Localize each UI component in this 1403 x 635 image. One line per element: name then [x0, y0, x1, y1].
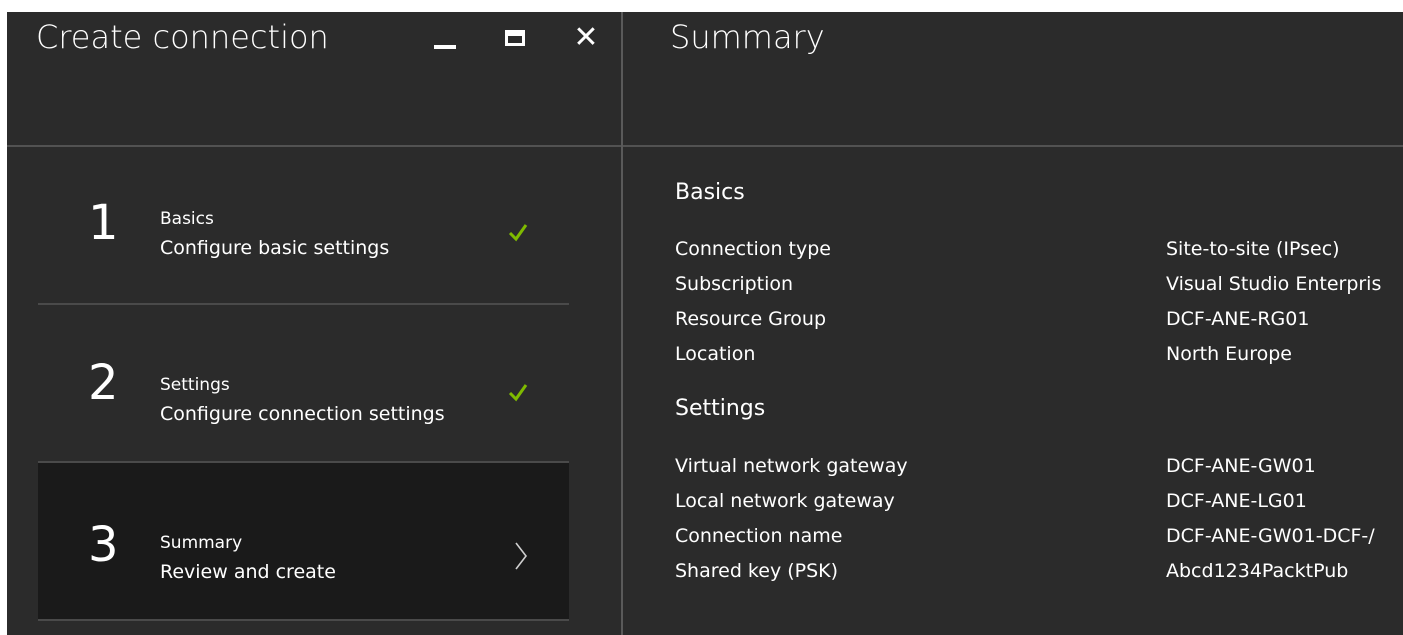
row-label: Connection type — [675, 238, 831, 260]
blade-header: Create connection ✕ — [7, 12, 621, 145]
check-icon — [508, 224, 528, 242]
summary-row: Connection name DCF-ANE-GW01-DCF-/ — [675, 525, 1403, 549]
blade-title: Summary — [670, 18, 825, 56]
summary-row: Subscription Visual Studio Enterpris — [675, 273, 1403, 297]
summary-row: Resource Group DCF-ANE-RG01 — [675, 308, 1403, 332]
row-value: DCF-ANE-GW01-DCF-/ — [1166, 525, 1375, 547]
step-number: 3 — [88, 517, 119, 573]
blade-header: Summary — [623, 12, 1403, 145]
row-value: DCF-ANE-GW01 — [1166, 455, 1316, 477]
step-summary[interactable]: 3 Summary Review and create — [38, 463, 569, 621]
close-icon[interactable]: ✕ — [570, 20, 602, 56]
step-title: Summary — [160, 533, 243, 553]
wizard-steps: 1 Basics Configure basic settings 2 Sett… — [38, 147, 569, 621]
check-icon — [508, 384, 528, 402]
row-value: Site-to-site (IPsec) — [1166, 238, 1340, 260]
row-value: Abcd1234PacktPub — [1166, 560, 1349, 582]
step-subtitle: Review and create — [160, 561, 336, 583]
row-value: Visual Studio Enterpris — [1166, 273, 1382, 295]
section-heading-basics: Basics — [675, 180, 745, 205]
summary-row: Connection type Site-to-site (IPsec) — [675, 238, 1403, 262]
blade-title: Create connection — [36, 18, 329, 56]
step-number: 1 — [88, 195, 119, 251]
summary-row: Local network gateway DCF-ANE-LG01 — [675, 490, 1403, 514]
chevron-right-icon — [515, 542, 528, 570]
step-subtitle: Configure basic settings — [160, 237, 390, 259]
row-value: DCF-ANE-RG01 — [1166, 308, 1310, 330]
section-heading-settings: Settings — [675, 396, 766, 421]
minimize-icon[interactable] — [429, 20, 461, 56]
row-value: DCF-ANE-LG01 — [1166, 490, 1307, 512]
summary-row: Shared key (PSK) Abcd1234PacktPub — [675, 560, 1403, 584]
step-subtitle: Configure connection settings — [160, 403, 445, 425]
row-value: North Europe — [1166, 343, 1292, 365]
summary-blade: Summary Basics Connection type Site-to-s… — [623, 12, 1403, 635]
row-label: Shared key (PSK) — [675, 560, 839, 582]
summary-row: Location North Europe — [675, 343, 1403, 367]
summary-row: Virtual network gateway DCF-ANE-GW01 — [675, 455, 1403, 479]
row-label: Location — [675, 343, 756, 365]
step-number: 2 — [88, 355, 119, 411]
row-label: Virtual network gateway — [675, 455, 908, 477]
row-label: Resource Group — [675, 308, 827, 330]
step-settings[interactable]: 2 Settings Configure connection settings — [38, 305, 569, 463]
step-basics[interactable]: 1 Basics Configure basic settings — [38, 147, 569, 305]
row-label: Local network gateway — [675, 490, 895, 512]
row-label: Subscription — [675, 273, 794, 295]
portal-frame: Create connection ✕ 1 Basics Configure b… — [7, 12, 1403, 635]
create-connection-blade: Create connection ✕ 1 Basics Configure b… — [7, 12, 621, 635]
header-divider — [623, 145, 1403, 147]
row-label: Connection name — [675, 525, 843, 547]
step-title: Settings — [160, 375, 230, 395]
step-title: Basics — [160, 209, 214, 229]
maximize-icon[interactable] — [499, 20, 531, 56]
